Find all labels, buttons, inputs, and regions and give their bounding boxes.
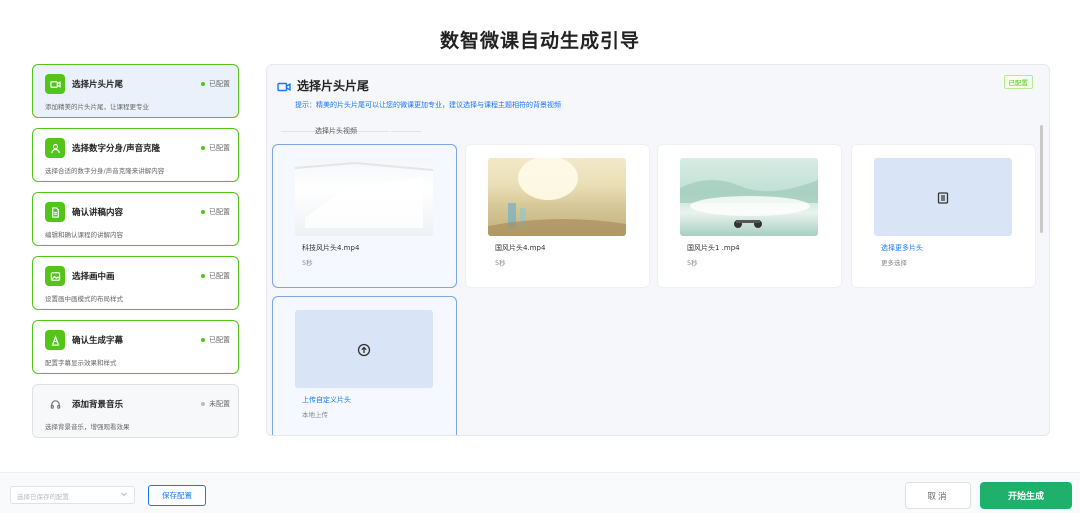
step-description: 选择背景音乐，增强观看效果 xyxy=(45,423,130,431)
step-status: 已配置 xyxy=(201,271,230,281)
video-name: 科技风片头4.mp4 xyxy=(302,244,360,252)
video-card-tech[interactable]: 科技风片头4.mp4 5秒 xyxy=(272,144,457,288)
start-generate-button[interactable]: 开始生成 xyxy=(980,482,1072,509)
step-description: 选择合适的数字分身/声音克隆来讲解内容 xyxy=(45,167,165,175)
status-dot xyxy=(201,82,205,86)
step-status: 已配置 xyxy=(201,335,230,345)
upload-intro-card[interactable]: 上传自定义片头 本地上传 xyxy=(272,296,457,435)
step-description: 配置字幕显示效果和样式 xyxy=(45,359,117,367)
step-description: 设置画中画模式的布局样式 xyxy=(45,295,123,303)
step-description: 添加精美的片头片尾，让课程更专业 xyxy=(45,103,149,111)
video-thumbnail xyxy=(680,158,818,236)
section-label: 选择片头视频 xyxy=(315,127,357,135)
step-status: 未配置 xyxy=(201,399,230,409)
status-dot xyxy=(201,274,205,278)
status-dot xyxy=(201,210,205,214)
status-text: 已配置 xyxy=(209,80,230,88)
video-icon xyxy=(277,79,291,93)
status-text: 未配置 xyxy=(209,400,230,408)
step-background-music[interactable]: 添加背景音乐 未配置 选择背景音乐，增强观看效果 xyxy=(32,384,239,438)
step-digital-avatar[interactable]: 选择数字分身/声音克隆 已配置 选择合适的数字分身/声音克隆来讲解内容 xyxy=(32,128,239,182)
page-title: 数智微课自动生成引导 xyxy=(439,30,640,52)
video-duration: 5秒 xyxy=(302,259,313,267)
panel-header: 选择片头片尾 xyxy=(277,77,369,94)
tip-text: 提示：精美的片头片尾可以让您的微课更加专业，建议选择与课程主题相符的背景视频 xyxy=(295,101,561,109)
video-duration: 5秒 xyxy=(495,259,506,267)
configured-badge: 已配置 xyxy=(1003,75,1033,89)
video-icon xyxy=(45,74,65,94)
upload-intro-link[interactable]: 上传自定义片头 xyxy=(302,395,351,405)
step-title: 添加背景音乐 xyxy=(72,400,124,410)
step-title: 确认生成字幕 xyxy=(72,336,124,346)
video-card-guofeng4[interactable]: 国风片头4.mp4 5秒 xyxy=(465,144,650,288)
video-thumbnail xyxy=(295,158,433,236)
divider xyxy=(391,131,421,132)
step-description: 编辑和确认课程的讲解内容 xyxy=(45,231,123,239)
more-intros-card[interactable]: 选择更多片头 更多选择 xyxy=(851,144,1036,288)
step-title: 选择画中画 xyxy=(72,272,115,282)
user-icon xyxy=(45,138,65,158)
video-name: 国风片头4.mp4 xyxy=(495,244,546,252)
step-list: 选择片头片尾 已配置 添加精美的片头片尾，让课程更专业 选择数字分身/声音克隆 … xyxy=(32,64,239,448)
video-duration: 5秒 xyxy=(687,259,698,267)
video-card-guofeng1[interactable]: 国风片头1 .mp4 5秒 xyxy=(657,144,842,288)
step-title: 确认讲稿内容 xyxy=(72,208,124,218)
cancel-button[interactable]: 取消 xyxy=(905,482,971,509)
step-subtitles[interactable]: 确认生成字幕 已配置 配置字幕显示效果和样式 xyxy=(32,320,239,374)
status-dot xyxy=(201,402,205,406)
video-name: 国风片头1 .mp4 xyxy=(687,244,740,252)
step-script[interactable]: 确认讲稿内容 已配置 编辑和确认课程的讲解内容 xyxy=(32,192,239,246)
config-panel: 选择片头片尾 已配置 提示：精美的片头片尾可以让您的微课更加专业，建议选择与课程… xyxy=(266,64,1050,436)
status-text: 已配置 xyxy=(209,336,230,344)
step-picture-in-picture[interactable]: 选择画中画 已配置 设置画中画模式的布局样式 xyxy=(32,256,239,310)
panel-title: 选择片头片尾 xyxy=(297,79,370,93)
step-intro-outro[interactable]: 选择片头片尾 已配置 添加精美的片头片尾，让课程更专业 xyxy=(32,64,239,118)
thumbnail-graphic xyxy=(488,158,626,236)
headphones-icon xyxy=(45,394,65,414)
status-text: 已配置 xyxy=(209,144,230,152)
upload-thumbnail xyxy=(295,310,433,388)
status-dot xyxy=(201,146,205,150)
step-status: 已配置 xyxy=(201,207,230,217)
subtitle-icon xyxy=(45,330,65,350)
video-thumbnail xyxy=(488,158,626,236)
saved-config-select[interactable]: 选择已保存的配置 xyxy=(10,486,135,504)
image-icon xyxy=(45,266,65,286)
list-icon xyxy=(936,190,950,204)
more-intros-link[interactable]: 选择更多片头 xyxy=(881,243,923,253)
save-config-button[interactable]: 保存配置 xyxy=(148,485,206,506)
upload-intro-sub: 本地上传 xyxy=(302,411,328,419)
step-title: 选择数字分身/声音克隆 xyxy=(72,144,161,154)
chevron-down-icon xyxy=(120,490,128,498)
status-text: 已配置 xyxy=(209,272,230,280)
more-intros-sub: 更多选择 xyxy=(881,259,907,267)
thumbnail-graphic xyxy=(295,161,433,228)
status-dot xyxy=(201,338,205,342)
more-thumbnail xyxy=(874,158,1012,236)
select-placeholder: 选择已保存的配置 xyxy=(17,493,69,501)
upload-icon xyxy=(357,342,371,357)
status-text: 已配置 xyxy=(209,208,230,216)
thumbnail-graphic xyxy=(680,179,818,228)
step-title: 选择片头片尾 xyxy=(72,80,124,90)
scrollbar[interactable] xyxy=(1040,125,1043,233)
step-status: 已配置 xyxy=(201,79,230,89)
document-icon xyxy=(45,202,65,222)
step-status: 已配置 xyxy=(201,143,230,153)
